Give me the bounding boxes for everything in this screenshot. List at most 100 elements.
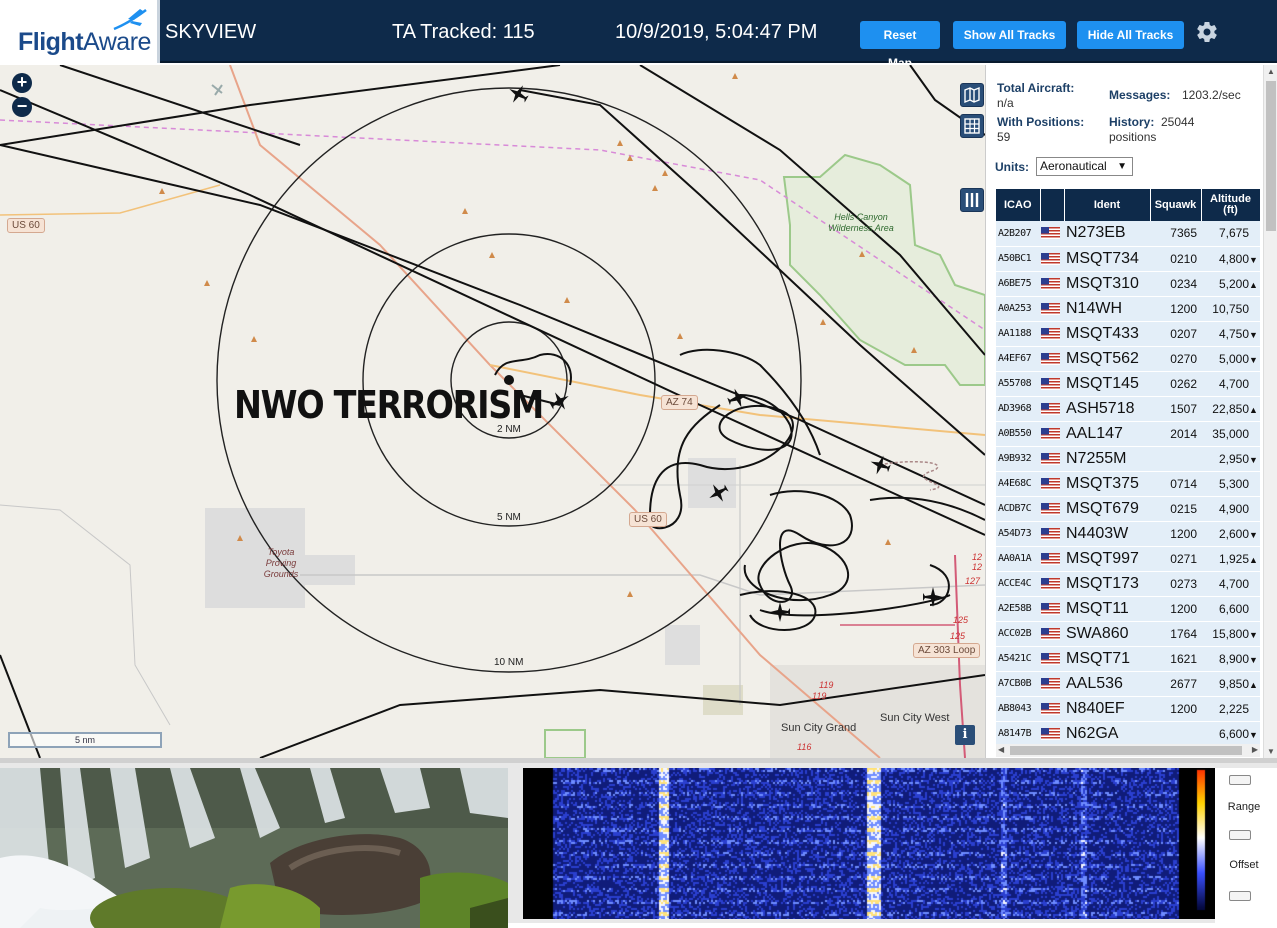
messages-value: 1203.2/sec	[1182, 88, 1241, 102]
total-aircraft-label: Total Aircraft:	[997, 81, 1075, 95]
chevron-down-icon: ▼	[1117, 161, 1127, 172]
scroll-thumb[interactable]	[1010, 746, 1242, 755]
cell-ident: MSQT997	[1064, 546, 1150, 572]
cell-squawk: 0271	[1150, 546, 1201, 572]
map-parcel	[665, 625, 700, 665]
flightaware-logo[interactable]: FlightAware	[0, 0, 160, 63]
table-row[interactable]: A0A253 N14WH 1200 10,750	[996, 296, 1260, 322]
table-row[interactable]: A9B932 N7255M 2,950▼	[996, 446, 1260, 472]
messages-label: Messages:	[1109, 88, 1171, 102]
scroll-thumb[interactable]	[1266, 81, 1276, 231]
cell-icao: A7CB0B	[996, 671, 1040, 697]
cell-icao: A54D73	[996, 521, 1040, 547]
us-flag-icon	[1040, 596, 1064, 622]
cell-altitude: 6,600	[1201, 596, 1260, 622]
cell-ident: MSQT11	[1064, 596, 1150, 622]
cell-icao: A9B932	[996, 446, 1040, 472]
table-row[interactable]: ACCE4C MSQT173 0273 4,700	[996, 571, 1260, 597]
aircraft-icon[interactable]	[504, 80, 531, 107]
table-row[interactable]: A2E58B MSQT11 1200 6,600	[996, 596, 1260, 622]
map-layers-icon[interactable]	[960, 83, 984, 107]
info-button[interactable]: i	[955, 725, 975, 745]
table-row[interactable]: AA0A1A MSQT997 0271 1,925▲	[996, 546, 1260, 572]
altitude-trend-icon: ▼	[1249, 654, 1258, 665]
range-slider-top[interactable]	[1229, 775, 1251, 785]
table-row[interactable]: A0B550 AAL147 2014 35,000	[996, 421, 1260, 447]
table-row[interactable]: ACC02B SWA860 1764 15,800▼	[996, 621, 1260, 647]
flight-track-loop	[679, 348, 821, 456]
cell-altitude: 4,750▼	[1201, 321, 1260, 347]
horizontal-scrollbar[interactable]: ◀ ▶	[996, 744, 1260, 757]
table-row[interactable]: AD3968 ASH5718 1507 22,850▲	[996, 396, 1260, 422]
table-row[interactable]: AA1188 MSQT433 0207 4,750▼	[996, 321, 1260, 347]
scroll-up-icon[interactable]: ▲	[1267, 67, 1275, 76]
column-header-altitude[interactable]: Altitude (ft)	[1201, 189, 1260, 221]
cell-squawk: 1200	[1150, 521, 1201, 547]
table-row[interactable]: ACDB7C MSQT679 0215 4,900	[996, 496, 1260, 522]
cell-altitude: 4,700	[1201, 571, 1260, 597]
cell-altitude: 35,000	[1201, 421, 1260, 447]
column-header-squawk[interactable]: Squawk	[1150, 189, 1202, 221]
zoom-in-button[interactable]: +	[12, 73, 32, 93]
range-slider-knob[interactable]	[1229, 830, 1251, 840]
us-flag-icon	[1040, 246, 1064, 272]
column-header-flag[interactable]	[1040, 189, 1065, 221]
hide-all-tracks-button[interactable]: Hide All Tracks	[1077, 21, 1184, 49]
us-flag-icon	[1040, 271, 1064, 297]
column-header-icao[interactable]: ICAO	[996, 189, 1041, 221]
altitude-trend-icon: ▼	[1249, 354, 1258, 365]
us-flag-icon	[1040, 546, 1064, 572]
cell-squawk	[1150, 446, 1201, 472]
altitude-trend-icon: ▼	[1249, 329, 1258, 340]
flight-track	[0, 65, 561, 146]
zoom-out-button[interactable]: −	[12, 97, 32, 117]
altitude-trend-icon: ▼	[1249, 529, 1258, 540]
gear-icon[interactable]	[1195, 20, 1219, 44]
table-row[interactable]: A55708 MSQT145 0262 4,700	[996, 371, 1260, 397]
park-outline	[544, 729, 586, 758]
table-row[interactable]: A8147B N62GA 6,600▼	[996, 721, 1260, 744]
scroll-down-icon[interactable]: ▼	[1267, 747, 1275, 756]
us-flag-icon	[1040, 696, 1064, 722]
vertical-scrollbar[interactable]: ▲ ▼	[1263, 65, 1277, 758]
aircraft-icon[interactable]	[923, 587, 943, 607]
cell-altitude: 8,900▼	[1201, 646, 1260, 672]
altitude-value: 6,600	[1218, 601, 1249, 616]
table-row[interactable]: A50BC1 MSQT734 0210 4,800▼	[996, 246, 1260, 272]
altitude-value: 2,950	[1218, 451, 1249, 466]
cell-ident: SWA860	[1064, 621, 1150, 647]
bottom-panel: Range Offset	[0, 758, 1277, 928]
aircraft-icon[interactable]	[546, 387, 573, 414]
table-row[interactable]: A4EF67 MSQT562 0270 5,000▼	[996, 346, 1260, 372]
cell-ident: MSQT679	[1064, 496, 1150, 522]
table-row[interactable]: A7CB0B AAL536 2677 9,850▲	[996, 671, 1260, 697]
scroll-left-icon[interactable]: ◀	[998, 745, 1004, 754]
reset-map-button[interactable]: Reset Map	[860, 21, 940, 70]
table-row[interactable]: A6BE75 MSQT310 0234 5,200▲	[996, 271, 1260, 297]
us-flag-icon	[1040, 496, 1064, 522]
aircraft-icon[interactable]	[770, 602, 790, 622]
us-flag-icon	[1040, 646, 1064, 672]
columns-icon[interactable]	[960, 188, 984, 212]
grid-icon[interactable]	[960, 114, 984, 138]
table-row[interactable]: A54D73 N4403W 1200 2,600▼	[996, 521, 1260, 547]
altitude-trend-icon: ▲	[1249, 279, 1258, 290]
altitude-value: 7,675	[1218, 226, 1249, 241]
scroll-right-icon[interactable]: ▶	[1252, 745, 1258, 754]
show-all-tracks-button[interactable]: Show All Tracks	[953, 21, 1066, 49]
table-row[interactable]: A2B207 N273EB 7365 7,675	[996, 221, 1260, 247]
table-row[interactable]: AB8043 N840EF 1200 2,225	[996, 696, 1260, 722]
altitude-value: 4,700	[1218, 376, 1249, 391]
aircraft-table-body: A2B207 N273EB 7365 7,675 A50BC1 MSQT734 0210 4,…	[996, 221, 1260, 744]
history-unit: positions	[1109, 130, 1157, 144]
units-select[interactable]: Aeronautical ▼	[1036, 157, 1133, 176]
map-view[interactable]: + − NWO TERRORISM 2 NM 5 NM 10 NM US 60 …	[0, 65, 985, 758]
cell-squawk: 0234	[1150, 271, 1201, 297]
table-row[interactable]: A4E68C MSQT375 0714 5,300	[996, 471, 1260, 497]
aircraft-table-container[interactable]: ICAO Ident Squawk Altitude (ft) A2B207 N2…	[996, 189, 1260, 744]
column-header-ident[interactable]: Ident	[1064, 189, 1151, 221]
route-number-label: 12	[972, 562, 983, 572]
table-row[interactable]: A5421C MSQT71 1621 8,900▼	[996, 646, 1260, 672]
us-flag-icon	[1040, 671, 1064, 697]
offset-slider-knob[interactable]	[1229, 891, 1251, 901]
